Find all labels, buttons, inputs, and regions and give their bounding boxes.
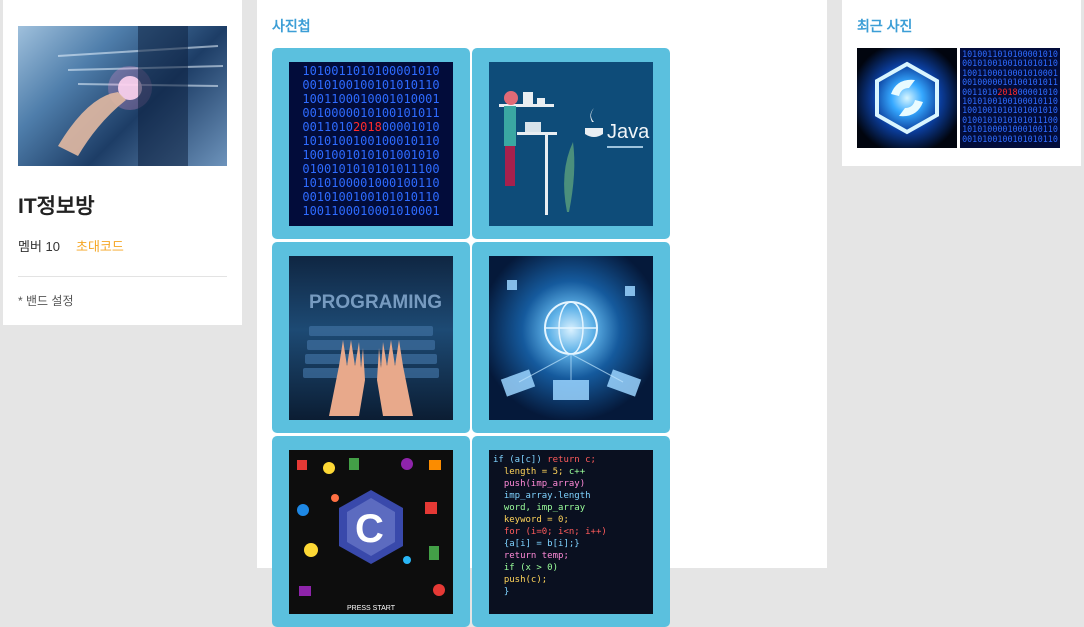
c-language-game-image: C PRESS START — [289, 449, 453, 614]
invite-code-link[interactable]: 초대코드 — [76, 236, 124, 255]
binary-code-2018-image: 1010011010100001010 0010100100101010110 … — [289, 61, 453, 226]
source-code-image: if (a[c]) return c; length = 5; c++ push… — [489, 449, 653, 614]
band-name[interactable]: IT정보방 — [18, 190, 227, 220]
album-photo-tile[interactable] — [472, 242, 670, 433]
svg-text:Java: Java — [607, 121, 650, 143]
divider — [18, 276, 227, 277]
svg-text:PROGRAMING: PROGRAMING — [309, 292, 442, 313]
member-count: 멤버 10 — [18, 239, 60, 254]
album-grid: 1010011010100001010 0010100100101010110 … — [272, 48, 812, 627]
album-photo-tile[interactable]: C PRESS START — [272, 436, 470, 627]
album-photo-tile[interactable]: 1010011010100001010 0010100100101010110 … — [272, 48, 470, 239]
band-info-card: IT정보방 멤버 10 초대코드 * 밴드 설정 — [3, 0, 242, 325]
band-meta: 멤버 10 초대코드 — [18, 236, 227, 255]
svg-text:PRESS START: PRESS START — [347, 605, 396, 612]
album-panel: 사진첩 1010011010100001010 0010100100101010… — [257, 0, 827, 627]
recent-photos-card: 최근 사진 1010011010100001010 00101001001010… — [842, 0, 1081, 166]
band-settings-link[interactable]: * 밴드 설정 — [18, 292, 227, 309]
java-developer-image: Java — [489, 61, 653, 226]
network-globe-image — [489, 255, 653, 420]
binary-code-2018-image[interactable]: 1010011010100001010 0010100100101010110 … — [960, 48, 1060, 148]
glowing-hexagon-logo-image[interactable] — [857, 48, 957, 148]
band-cover-image[interactable] — [18, 26, 227, 166]
svg-text:C: C — [355, 507, 384, 551]
programming-keyboard-image: PROGRAMING — [289, 255, 453, 420]
album-photo-tile[interactable]: PROGRAMING — [272, 242, 470, 433]
album-photo-tile[interactable]: Java — [472, 48, 670, 239]
recent-photos-row: 1010011010100001010 0010100100101010110 … — [857, 48, 1066, 148]
recent-photos-title: 최근 사진 — [857, 18, 913, 34]
album-photo-tile[interactable]: if (a[c]) return c; length = 5; c++ push… — [472, 436, 670, 627]
album-title: 사진첩 — [272, 18, 311, 34]
